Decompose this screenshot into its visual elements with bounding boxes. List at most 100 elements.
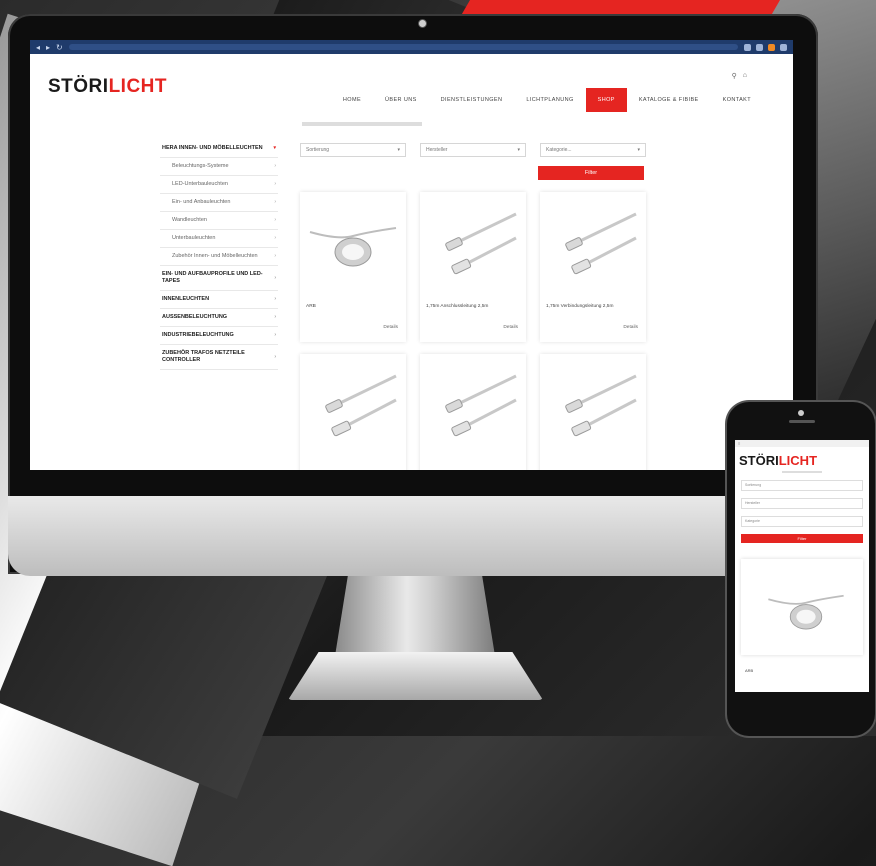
phone-sort-select[interactable]: Sortierung [741, 480, 863, 491]
camera-icon [798, 410, 804, 416]
product-details-link[interactable]: Details [623, 325, 638, 330]
chevron-down-icon: ▾ [517, 147, 520, 153]
phone-manufacturer-select[interactable]: Hersteller [741, 498, 863, 509]
caret-down-icon: ▾ [273, 145, 276, 151]
nav-ueber-uns[interactable]: ÜBER UNS [373, 88, 429, 112]
filter-bar: Sortierung ▾ Hersteller ▾ Kategorie... ▾ [300, 143, 646, 157]
phone-category-select[interactable]: Kategorie [741, 516, 863, 527]
sidebar-item-einbau[interactable]: Ein- und Anbauleuchten › [160, 194, 278, 212]
sidebar-item-label: INNENLEUCHTEN [162, 296, 210, 302]
sidebar-item-label: Wandleuchten [172, 217, 207, 223]
product-title: ARB [745, 668, 754, 673]
chevron-right-icon: › [274, 353, 276, 360]
sidebar-item-zubehoer-innen[interactable]: Zubehör Innen- und Möbelleuchten › [160, 248, 278, 266]
browser-toolbar: ◂ ▸ ↻ [30, 40, 793, 54]
product-card[interactable] [300, 354, 406, 470]
phone-product-card[interactable]: ARB [741, 559, 863, 673]
chevron-down-icon: ▾ [397, 147, 400, 153]
manufacturer-select[interactable]: Hersteller ▾ [420, 143, 526, 157]
product-card[interactable] [540, 354, 646, 470]
sort-select[interactable]: Sortierung ▾ [300, 143, 406, 157]
phone-filter-button[interactable]: Filter [741, 534, 863, 543]
chevron-right-icon: › [274, 332, 276, 338]
address-bar[interactable] [68, 44, 738, 50]
chevron-right-icon: › [274, 181, 276, 187]
phone-logo[interactable]: STÖRILICHT [739, 453, 869, 468]
sidebar-item-zubehoer-trafos[interactable]: ZUBEHÖR TRAFOS NETZTEILE CONTROLLER › [160, 345, 278, 370]
chevron-right-icon: › [274, 235, 276, 241]
back-icon[interactable]: ◂ [36, 43, 40, 52]
cable-image [565, 374, 637, 437]
product-card[interactable]: 1,75m Anschlussleitung 2,5m Details [420, 192, 526, 342]
select-value: Kategorie... [546, 147, 572, 153]
product-grid: ARB Details 1,75m Anschlussleitung 2,5m … [300, 192, 646, 470]
smartphone-frame: ≡ STÖRILICHT Sortierung Hersteller Kateg… [727, 402, 875, 736]
chevron-right-icon: › [274, 274, 276, 281]
product-card[interactable]: ARB Details [300, 192, 406, 342]
category-sidebar: HERA INNEN- UND MÖBELLEUCHTEN ▾ Beleuchtu… [160, 140, 278, 370]
logo-text-dark: STÖRI [739, 453, 779, 468]
sidebar-item-aussen[interactable]: AUSSENBELEUCHTUNG › [160, 309, 278, 327]
sidebar-item-industrie[interactable]: INDUSTRIEBELEUCHTUNG › [160, 327, 278, 345]
chevron-right-icon: › [274, 253, 276, 259]
category-select[interactable]: Kategorie... ▾ [540, 143, 646, 157]
sidebar-item-beleuchtungs-systeme[interactable]: Beleuchtungs-Systeme › [160, 158, 278, 176]
nav-home[interactable]: HOME [331, 88, 373, 112]
speaker-grille [789, 420, 815, 423]
nav-shop[interactable]: SHOP [585, 88, 627, 112]
chevron-right-icon: › [274, 296, 276, 302]
chevron-right-icon: › [274, 217, 276, 223]
sidebar-item-label: LED-Unterbauleuchten [172, 181, 228, 187]
product-title: ARB [306, 304, 316, 309]
cable-image [325, 374, 397, 437]
select-value: Sortierung [306, 147, 330, 153]
profile-icon[interactable] [768, 43, 775, 51]
puck-light-image [768, 594, 844, 630]
product-card[interactable]: 1,75m Verbindungsleitung 2,5m Details [540, 192, 646, 342]
nav-lichtplanung[interactable]: LICHTPLANUNG [514, 88, 585, 112]
nav-kontakt[interactable]: KONTAKT [711, 88, 763, 112]
chevron-right-icon: › [274, 163, 276, 169]
nav-kataloge[interactable]: KATALOGE & FIBIBE [627, 88, 711, 112]
monitor-screen: ◂ ▸ ↻ STÖRILICHT ⚲ ⌂ HOME ÜBER UNS DIENS… [30, 40, 793, 470]
product-details-link[interactable]: Details [383, 325, 398, 330]
sidebar-item-profile[interactable]: EIN- UND AUFBAUPROFILE UND LED-TAPES › [160, 266, 278, 291]
user-icon[interactable]: ⚲ [732, 72, 737, 80]
sidebar-item-label: Ein- und Anbauleuchten [172, 199, 231, 205]
site-header: STÖRILICHT ⚲ ⌂ HOME ÜBER UNS DIENSTLEIST… [30, 54, 793, 116]
breadcrumb [302, 122, 422, 126]
sidebar-item-label: AUSSENBELEUCHTUNG [162, 314, 228, 320]
extension-icon[interactable] [744, 43, 751, 51]
phone-browser-bar: ≡ [735, 440, 869, 447]
breadcrumb [782, 471, 822, 473]
logo-text-red: LICHT [778, 453, 818, 468]
sidebar-item-label: ZUBEHÖR TRAFOS NETZTEILE CONTROLLER [162, 350, 245, 363]
cable-image [445, 212, 517, 275]
bookmark-icon[interactable] [756, 43, 763, 51]
sidebar-item-unterbau[interactable]: Unterbauleuchten › [160, 230, 278, 248]
logo-text-dark: STÖRI [48, 76, 109, 97]
chevron-down-icon: ▾ [637, 147, 640, 153]
logo-text-red: LICHT [108, 76, 167, 97]
forward-icon[interactable]: ▸ [46, 43, 50, 52]
menu-icon[interactable] [780, 43, 787, 51]
cart-icon[interactable]: ⌂ [743, 72, 747, 80]
sidebar-item-label: Unterbauleuchten [172, 235, 216, 241]
filter-button[interactable]: Filter [538, 166, 644, 180]
puck-light-image [309, 227, 397, 267]
site-logo[interactable]: STÖRILICHT [48, 76, 167, 98]
product-details-link[interactable]: Details [503, 325, 518, 330]
sidebar-item-innenleuchten[interactable]: INNENLEUCHTEN › [160, 291, 278, 309]
product-card[interactable] [420, 354, 526, 470]
sidebar-item-label: EIN- UND AUFBAUPROFILE UND LED-TAPES [162, 271, 263, 284]
menu-icon[interactable]: ≡ [738, 441, 740, 446]
product-title: 1,75m Verbindungsleitung 2,5m [546, 304, 614, 309]
nav-dienstleistungen[interactable]: DIENSTLEISTUNGEN [429, 88, 515, 112]
sidebar-item-led-unterbau[interactable]: LED-Unterbauleuchten › [160, 176, 278, 194]
camera-icon [418, 19, 427, 28]
reload-icon[interactable]: ↻ [56, 43, 63, 52]
cable-image [565, 212, 637, 275]
chevron-right-icon: › [274, 314, 276, 320]
sidebar-item-hera[interactable]: HERA INNEN- UND MÖBELLEUCHTEN ▾ [160, 140, 278, 158]
sidebar-item-wandleuchten[interactable]: Wandleuchten › [160, 212, 278, 230]
